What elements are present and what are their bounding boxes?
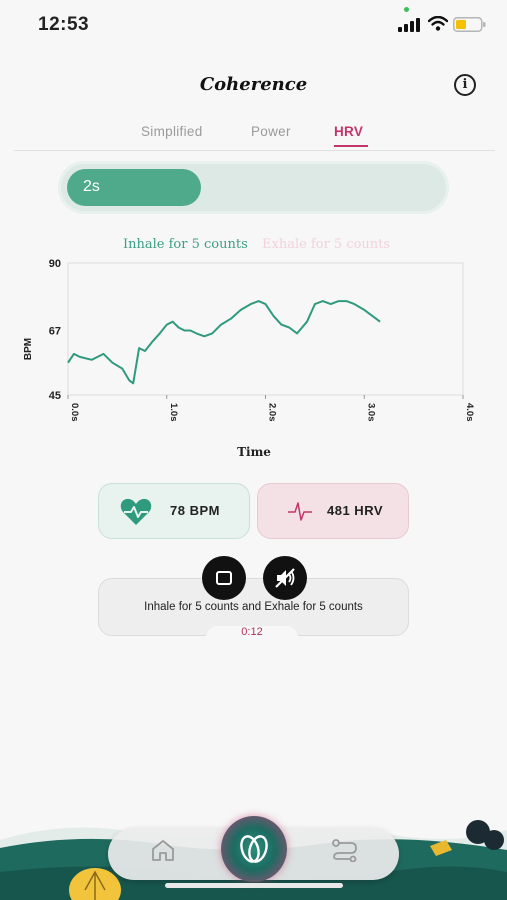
tab-simplified[interactable]: Simplified bbox=[141, 124, 203, 139]
battery-low-icon bbox=[453, 17, 486, 32]
heart-icon bbox=[120, 498, 152, 525]
y-tick-label: 45 bbox=[49, 390, 61, 402]
x-tick-label: 3.0s bbox=[365, 403, 376, 422]
tab-power[interactable]: Power bbox=[251, 124, 291, 139]
exhale-label: Exhale for 5 counts bbox=[262, 237, 391, 252]
sound-off-icon bbox=[275, 568, 295, 588]
tab-hrv[interactable]: HRV bbox=[334, 124, 363, 139]
hrv-value: 481 HRV bbox=[327, 503, 384, 518]
stop-icon bbox=[216, 571, 232, 585]
series-line bbox=[67, 300, 381, 385]
x-tick-label: 4.0s bbox=[464, 403, 475, 422]
x-axis: 0.0s 1.0s 2.0s 3.0s 4.0s bbox=[67, 395, 475, 422]
inhale-label: Inhale for 5 counts bbox=[123, 237, 248, 252]
app-logo-icon bbox=[240, 835, 268, 863]
info-icon: i bbox=[462, 77, 468, 92]
x-tick-label: 2.0s bbox=[267, 403, 278, 422]
pulse-icon bbox=[288, 502, 312, 521]
hrv-chart: 45 67 90 0.0s 1.0s 2.0s 3.0s 4.0s BPM Time bbox=[23, 258, 475, 459]
bpm-value: 78 BPM bbox=[170, 503, 220, 518]
y-axis: 45 67 90 bbox=[49, 258, 61, 402]
wifi-icon bbox=[428, 16, 448, 31]
x-axis-label: Time bbox=[237, 445, 271, 459]
page-title: Coherence bbox=[199, 74, 308, 95]
progress-label: 2s bbox=[83, 178, 100, 195]
cellular-signal-icon bbox=[398, 18, 420, 32]
breathing-instruction: Inhale for 5 counts and Exhale for 5 cou… bbox=[144, 601, 363, 613]
privacy-indicator-dot bbox=[404, 7, 409, 12]
y-axis-label: BPM bbox=[23, 338, 34, 360]
tab-divider bbox=[14, 150, 495, 151]
session-timer: 0:12 bbox=[241, 626, 263, 638]
active-tab-indicator bbox=[334, 145, 368, 147]
status-time: 12:53 bbox=[38, 14, 90, 35]
info-button[interactable]: i bbox=[454, 74, 476, 96]
y-tick-label: 67 bbox=[49, 325, 61, 337]
route-icon[interactable] bbox=[331, 838, 359, 862]
home-indicator bbox=[165, 883, 343, 888]
home-icon[interactable] bbox=[150, 838, 176, 862]
x-tick-label: 1.0s bbox=[168, 403, 179, 422]
y-tick-label: 90 bbox=[49, 258, 61, 270]
x-tick-label: 0.0s bbox=[69, 403, 80, 422]
